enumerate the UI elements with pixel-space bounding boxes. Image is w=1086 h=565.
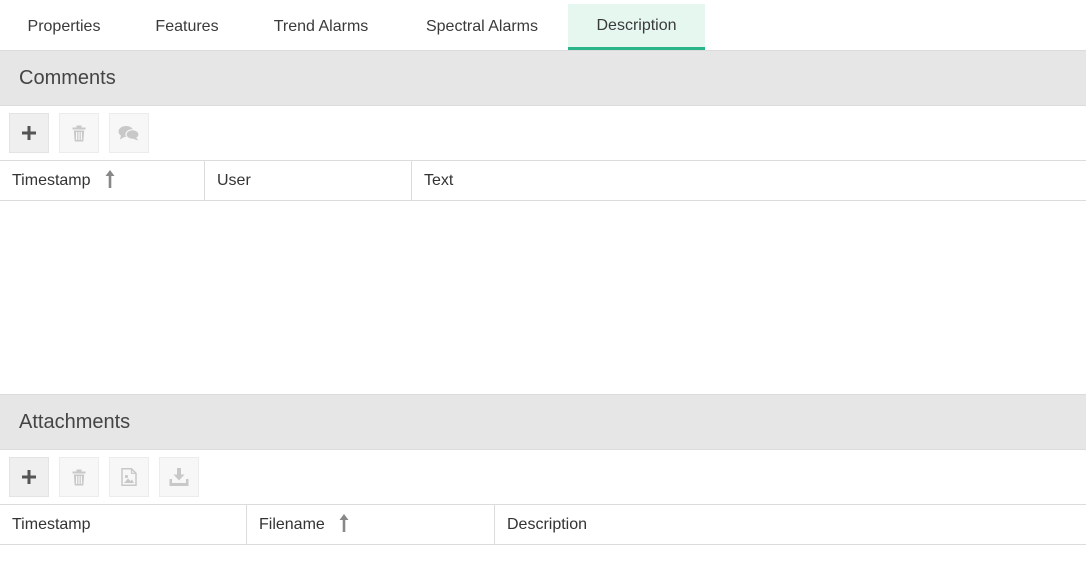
column-header-filename[interactable]: Filename bbox=[246, 505, 495, 544]
attachments-section-header: Attachments bbox=[0, 394, 1086, 450]
column-header-label: User bbox=[217, 172, 251, 189]
column-header-label: Description bbox=[507, 516, 588, 533]
column-header-label: Text bbox=[424, 172, 454, 189]
download-icon bbox=[169, 468, 189, 486]
tab-bar: Properties Features Trend Alarms Spectra… bbox=[0, 0, 1086, 51]
column-header-user[interactable]: User bbox=[204, 161, 412, 200]
comment-reply-button[interactable] bbox=[109, 113, 149, 153]
attachments-title: Attachments bbox=[19, 411, 131, 433]
trash-icon bbox=[72, 469, 86, 485]
tab-trend-alarms[interactable]: Trend Alarms bbox=[246, 4, 396, 50]
column-header-description[interactable]: Description bbox=[494, 505, 1086, 544]
attachments-toolbar bbox=[0, 449, 1086, 504]
column-header-text[interactable]: Text bbox=[411, 161, 1086, 200]
delete-comment-button[interactable] bbox=[59, 113, 99, 153]
attachments-grid-header: Timestamp Filename Description bbox=[0, 504, 1086, 545]
delete-attachment-button[interactable] bbox=[59, 457, 99, 497]
add-attachment-button[interactable] bbox=[9, 457, 49, 497]
tab-features[interactable]: Features bbox=[128, 4, 246, 50]
column-header-timestamp[interactable]: Timestamp bbox=[0, 505, 247, 544]
column-header-label: Timestamp bbox=[12, 172, 91, 189]
image-file-icon bbox=[121, 468, 137, 486]
comments-grid-body bbox=[0, 201, 1086, 394]
download-attachment-button[interactable] bbox=[159, 457, 199, 497]
column-header-label: Filename bbox=[259, 516, 325, 533]
sort-ascending-icon bbox=[105, 169, 115, 188]
trash-icon bbox=[72, 125, 86, 141]
sort-ascending-icon bbox=[339, 513, 349, 532]
plus-icon bbox=[22, 126, 36, 140]
column-header-timestamp[interactable]: Timestamp bbox=[0, 161, 205, 200]
column-header-label: Timestamp bbox=[12, 516, 91, 533]
speech-bubbles-icon bbox=[118, 126, 140, 141]
view-image-button[interactable] bbox=[109, 457, 149, 497]
add-comment-button[interactable] bbox=[9, 113, 49, 153]
comments-title: Comments bbox=[19, 67, 116, 89]
comments-grid-header: Timestamp User Text bbox=[0, 160, 1086, 201]
attachments-grid-body bbox=[0, 545, 1086, 565]
comments-section-header: Comments bbox=[0, 50, 1086, 106]
tab-properties[interactable]: Properties bbox=[0, 4, 128, 50]
plus-icon bbox=[22, 470, 36, 484]
tab-spectral-alarms[interactable]: Spectral Alarms bbox=[396, 4, 568, 50]
comments-toolbar bbox=[0, 105, 1086, 160]
tab-description[interactable]: Description bbox=[568, 4, 705, 50]
